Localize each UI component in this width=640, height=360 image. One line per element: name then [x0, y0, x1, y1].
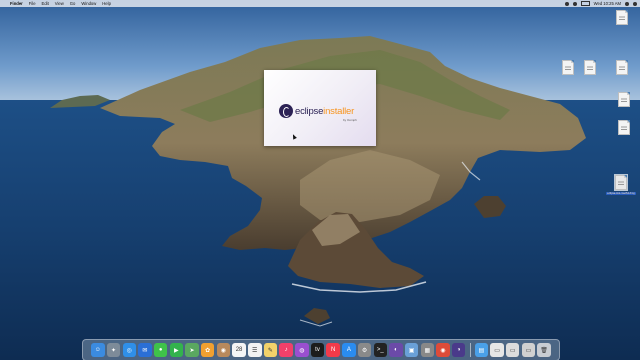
- splash-title-eclipse: eclipse: [295, 106, 324, 117]
- document-stack-icon-2[interactable]: ▭: [505, 343, 520, 357]
- desktop-file-label-selected: eclipse-inst-mac64.dmg: [606, 192, 636, 195]
- preview-icon[interactable]: ▣: [404, 343, 419, 357]
- document-icon: [616, 10, 628, 25]
- chrome-icon[interactable]: ◉: [436, 343, 450, 357]
- control-icon[interactable]: [564, 1, 569, 6]
- splash-title: eclipseinstaller: [295, 106, 354, 117]
- terminal-icon[interactable]: >_: [373, 343, 387, 357]
- menu-view[interactable]: View: [55, 0, 64, 7]
- desktop-file[interactable]: [607, 60, 637, 77]
- eclipse-logo-icon: [279, 104, 293, 118]
- desktop-file[interactable]: [609, 120, 639, 137]
- menu-window[interactable]: Window: [81, 0, 96, 7]
- eclipse-installer-icon[interactable]: ◑: [451, 343, 466, 357]
- desktop[interactable]: Finder File Edit View Go Window Help Wed…: [0, 0, 640, 360]
- menu-bar: Finder File Edit View Go Window Help Wed…: [0, 0, 640, 7]
- wifi-icon[interactable]: [572, 1, 577, 6]
- maps-icon[interactable]: ➤: [185, 343, 199, 357]
- finder-icon[interactable]: ☺: [91, 343, 105, 357]
- launchpad-icon[interactable]: ✦: [106, 343, 121, 357]
- reminders-icon[interactable]: ☰: [248, 343, 262, 357]
- system-preferences-icon[interactable]: ⚙: [357, 343, 372, 357]
- desktop-file-selected[interactable]: eclipse-inst-mac64.dmg: [606, 174, 636, 195]
- menu-bar-status-area: Wed 10:25 AM: [564, 0, 637, 7]
- menu-bar-clock[interactable]: Wed 10:25 AM: [594, 1, 621, 6]
- menu-help[interactable]: Help: [102, 0, 111, 7]
- music-icon[interactable]: ♪: [279, 343, 293, 357]
- desktop-file[interactable]: [609, 92, 639, 109]
- notification-center-icon[interactable]: [633, 1, 637, 6]
- dock: ☺ ✦ ◎ ✉ ● ▶ ➤ ✿ ◉ 28 ☰ ✎ ♪ ◍ tv N A ⚙ >_ ◐ ▣ ▦ ◉ ◑ ▤ ▭ ▭ ▭ 🗑: [82, 339, 560, 360]
- menu-go[interactable]: Go: [70, 0, 76, 7]
- trash-icon[interactable]: 🗑: [537, 343, 551, 357]
- battery-icon[interactable]: [580, 1, 590, 6]
- photos-icon[interactable]: ✿: [200, 343, 215, 357]
- dmg-file-icon: [614, 174, 628, 191]
- spotlight-icon[interactable]: [625, 1, 629, 6]
- facetime-icon[interactable]: ▶: [169, 343, 184, 357]
- document-icon: [618, 92, 630, 107]
- eclipse-installer-splash: eclipseinstaller by Oomph: [264, 70, 376, 146]
- notes-icon[interactable]: ✎: [263, 343, 278, 357]
- document-stack-icon-3[interactable]: ▭: [521, 343, 536, 357]
- tv-icon[interactable]: tv: [310, 343, 325, 357]
- splash-title-installer: installer: [323, 106, 355, 117]
- splash-subtitle: by Oomph: [343, 118, 357, 122]
- downloads-folder-icon[interactable]: ▤: [474, 343, 489, 357]
- document-icon: [584, 60, 596, 75]
- menu-file[interactable]: File: [29, 0, 36, 7]
- app-menu-finder[interactable]: Finder: [10, 0, 23, 7]
- document-icon: [618, 120, 630, 135]
- calendar-icon[interactable]: 28: [232, 343, 246, 357]
- messages-icon[interactable]: ●: [153, 343, 168, 357]
- app-store-icon[interactable]: A: [342, 343, 356, 357]
- desktop-file[interactable]: [607, 10, 637, 27]
- dock-separator: [469, 343, 471, 357]
- news-icon[interactable]: N: [326, 343, 340, 357]
- desktop-file[interactable]: [575, 60, 605, 77]
- document-icon: [616, 60, 628, 75]
- mail-icon[interactable]: ✉: [138, 343, 152, 357]
- podcasts-icon[interactable]: ◍: [295, 343, 309, 357]
- wallpaper-catalina: [0, 0, 640, 360]
- document-stack-icon[interactable]: ▭: [490, 343, 504, 357]
- dock-right-items: ▤ ▭ ▭ ▭ 🗑: [474, 343, 551, 357]
- document-icon: [562, 60, 574, 75]
- dock-apps: ☺ ✦ ◎ ✉ ● ▶ ➤ ✿ ◉ 28 ☰ ✎ ♪ ◍ tv N A ⚙ >_ ◐ ▣ ▦ ◉ ◑: [91, 343, 466, 357]
- menu-edit[interactable]: Edit: [42, 0, 49, 7]
- screenshot-icon[interactable]: ▦: [420, 343, 435, 357]
- eclipse-icon[interactable]: ◐: [389, 343, 403, 357]
- contacts-icon[interactable]: ◉: [216, 343, 231, 357]
- safari-icon[interactable]: ◎: [122, 343, 136, 357]
